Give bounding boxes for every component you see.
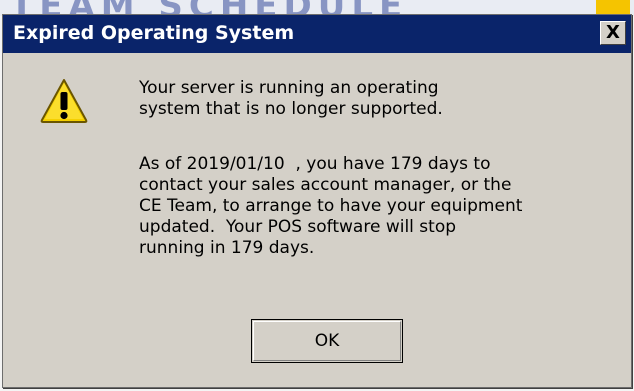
message-unsupported-os: Your server is running an operating syst… bbox=[139, 78, 443, 119]
dialog-title: Expired Operating System bbox=[13, 22, 295, 44]
ok-button[interactable]: OK bbox=[251, 319, 403, 363]
close-button[interactable]: X bbox=[600, 21, 626, 45]
expired-os-dialog: Expired Operating System X Your server i… bbox=[2, 14, 632, 388]
ok-button-label: OK bbox=[314, 331, 340, 351]
close-icon: X bbox=[606, 22, 620, 43]
message-deadline: As of 2019/01/10 , you have 179 days to … bbox=[139, 154, 523, 258]
dialog-titlebar[interactable]: Expired Operating System X bbox=[3, 15, 631, 53]
warning-icon bbox=[40, 79, 88, 123]
